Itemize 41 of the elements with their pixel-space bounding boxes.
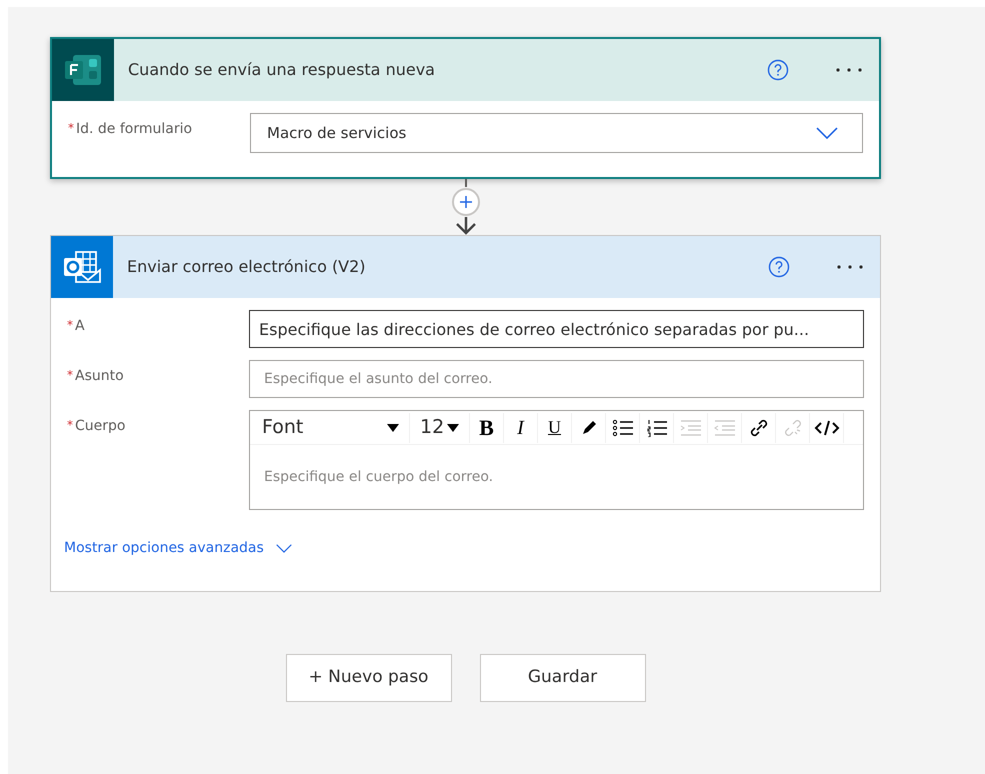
italic-button[interactable]: I — [504, 412, 538, 442]
card-header[interactable]: Cuando se envía una respuesta nueva — [52, 39, 879, 101]
required-mark: * — [67, 367, 73, 384]
new-step-button[interactable]: + Nuevo paso — [286, 654, 452, 702]
bulleted-list-icon[interactable] — [612, 418, 634, 436]
code-icon[interactable] — [814, 418, 840, 436]
save-button[interactable]: Guardar — [480, 654, 646, 702]
bold-button[interactable]: B — [470, 412, 504, 442]
caret-icon — [387, 424, 399, 432]
text-field[interactable]: Especifique las direcciones de correo electrónico separadas por pu... — [249, 310, 864, 348]
more-icon[interactable] — [836, 264, 864, 270]
font-dropdown[interactable]: Font — [252, 412, 410, 442]
arrow-down-icon — [454, 217, 476, 235]
underline-button[interactable]: U — [538, 412, 572, 442]
caret-icon — [447, 424, 459, 432]
outlook-logo-icon — [62, 250, 102, 284]
card-title: Cuando se envía una respuesta nueva — [128, 59, 436, 81]
numbered-list-icon[interactable] — [646, 418, 668, 436]
font-size-dropdown[interactable]: 12 — [410, 412, 470, 442]
chevron-down-icon — [276, 544, 292, 553]
field-label: Id. de formulario — [76, 120, 192, 139]
forms-logo-icon — [63, 53, 103, 87]
required-mark: * — [67, 417, 73, 434]
card-header[interactable]: Enviar correo electrónico (V2) — [51, 236, 880, 298]
chevron-down-icon — [816, 126, 838, 140]
required-mark: * — [68, 120, 74, 137]
advanced-options-link[interactable]: Mostrar opciones avanzadas — [64, 538, 292, 559]
field-label: A — [75, 317, 85, 336]
field-label: Cuerpo — [75, 417, 126, 436]
help-icon[interactable] — [768, 256, 790, 278]
editor-placeholder: Especifique el cuerpo del correo. — [264, 468, 494, 486]
add-step-icon[interactable] — [450, 187, 480, 217]
more-icon[interactable] — [835, 67, 863, 73]
rich-text-editor[interactable]: Font 12 B I U Especifique el cuerpo del correo. — [249, 410, 864, 510]
form-dropdown[interactable]: Macro de servicios — [250, 113, 863, 153]
dropdown-value: Macro de servicios — [267, 122, 406, 144]
text-field[interactable]: Especifique el asunto del correo. — [249, 360, 864, 398]
card-title: Enviar correo electrónico (V2) — [127, 256, 367, 278]
required-mark: * — [67, 317, 73, 334]
field-label: Asunto — [75, 367, 124, 386]
help-icon[interactable] — [767, 59, 789, 81]
